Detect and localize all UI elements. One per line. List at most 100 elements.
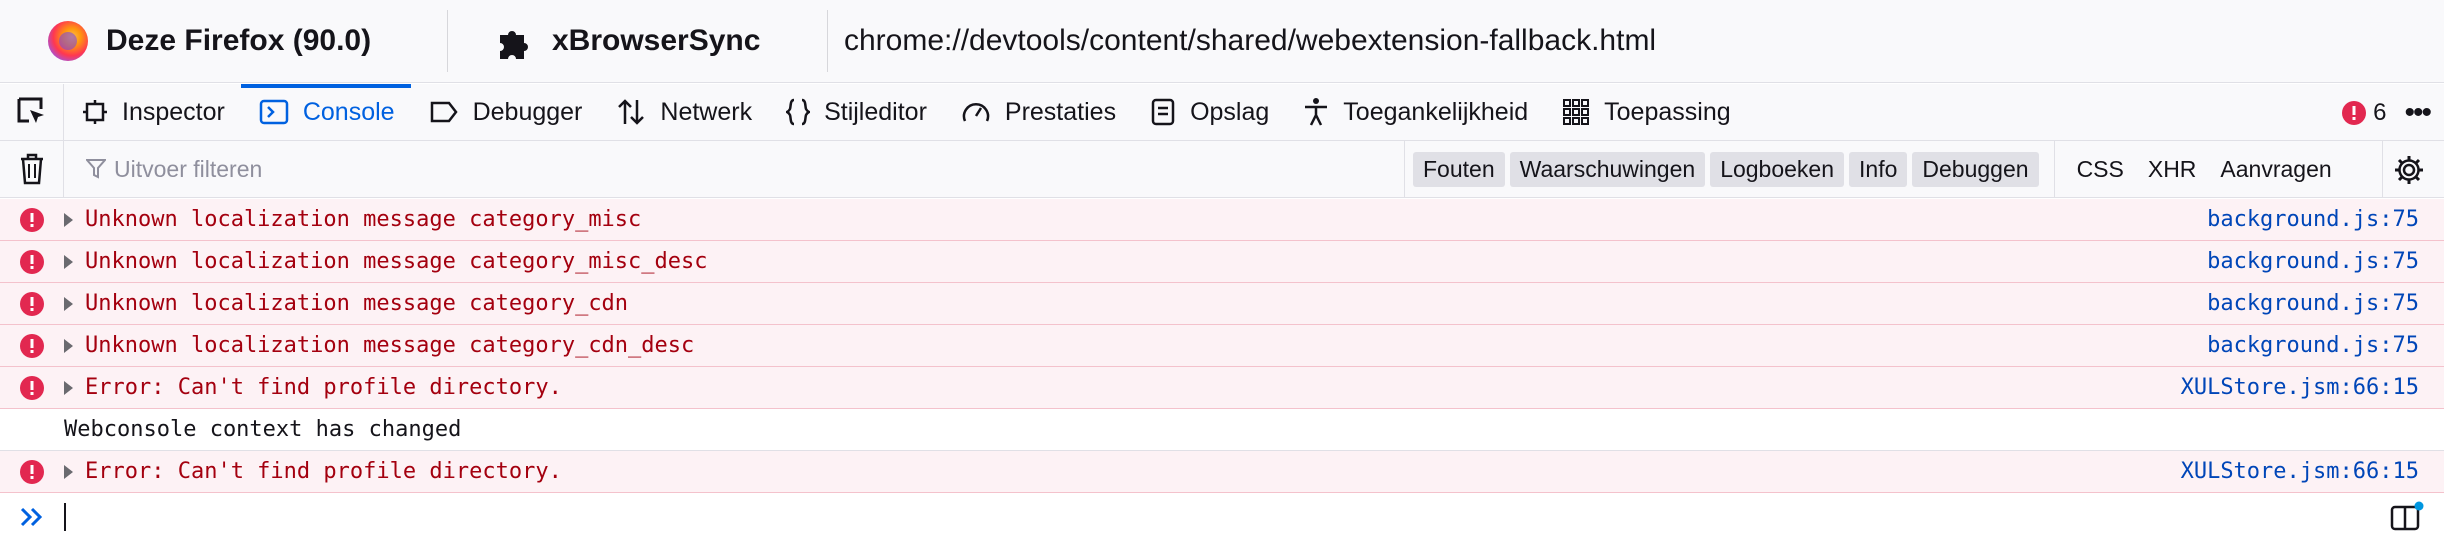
expand-arrow-icon[interactable] (64, 212, 73, 227)
console-message-error[interactable]: Unknown localization message category_mi… (0, 199, 2444, 241)
tab-label: Inspector (122, 97, 225, 126)
console-message-error[interactable]: Error: Can't find profile directory. XUL… (0, 451, 2444, 493)
message-source-link[interactable]: background.js:75 (2207, 291, 2419, 316)
expand-arrow-icon[interactable] (64, 464, 73, 479)
tab-console[interactable]: Console (240, 83, 411, 141)
error-count-button[interactable]: 6 (2341, 99, 2386, 127)
message-text: Error: Can't find profile directory. (85, 375, 562, 400)
tab-label: Opslag (1190, 97, 1270, 126)
filter-info-button[interactable]: Info (1849, 151, 1908, 187)
chevron-double-right-icon (20, 507, 43, 526)
message-text: Unknown localization message category_cd… (85, 291, 629, 316)
console-message-error[interactable]: Unknown localization message category_cd… (0, 283, 2444, 325)
message-icon (0, 249, 64, 275)
message-text: Unknown localization message category_mi… (85, 249, 708, 274)
target-bar: Deze Firefox (90.0) xBrowserSync chrome:… (0, 0, 2444, 83)
filter-debug-button[interactable]: Debuggen (1912, 151, 2039, 187)
filter-input[interactable]: Uitvoer filteren (64, 156, 1404, 183)
console-input[interactable] (0, 493, 2444, 540)
message-icon (0, 207, 64, 233)
error-icon (2342, 100, 2367, 125)
message-source-link[interactable]: background.js:75 (2207, 333, 2419, 358)
inspector-icon (83, 100, 107, 124)
target-firefox-label: Deze Firefox (90.0) (106, 24, 372, 57)
console-message-error[interactable]: Unknown localization message category_mi… (0, 241, 2444, 283)
gear-icon (2394, 155, 2423, 184)
tab-label: Toepassing (1604, 97, 1731, 126)
console-output: Unknown localization message category_mi… (0, 199, 2444, 493)
error-icon (20, 375, 44, 400)
tools-toolbar: Inspector Console Debugger Netwerk Stijl… (0, 83, 2444, 141)
console-filter-bar: Uitvoer filteren Fouten Waarschuwingen L… (0, 140, 2444, 198)
log-level-filters: Fouten Waarschuwingen Logboeken Info Deb… (1404, 140, 2044, 198)
performance-icon (962, 103, 990, 122)
message-source-link[interactable]: background.js:75 (2207, 207, 2419, 232)
tab-storage[interactable]: Opslag (1132, 84, 1285, 141)
filter-warnings-button[interactable]: Waarschuwingen (1509, 151, 1706, 187)
expand-arrow-icon[interactable] (64, 338, 73, 353)
filter-xhr-button[interactable]: XHR (2136, 152, 2209, 187)
filter-placeholder: Uitvoer filteren (114, 155, 263, 182)
tab-label: Netwerk (660, 97, 753, 126)
tab-label: Debugger (472, 97, 583, 126)
toolbar-right: 6 ••• (2341, 84, 2432, 141)
message-source-link[interactable]: XULStore.jsm:66:15 (2181, 459, 2419, 484)
tab-performance[interactable]: Prestaties (943, 84, 1132, 141)
tab-label: Toegankelijkheid (1343, 97, 1529, 126)
more-options-icon[interactable]: ••• (2404, 96, 2431, 130)
tab-style-editor[interactable]: Stijleditor (768, 84, 943, 141)
network-icon (618, 99, 645, 125)
message-icon (0, 459, 64, 485)
error-icon (20, 291, 44, 316)
tab-debugger[interactable]: Debugger (411, 84, 599, 141)
error-icon (20, 333, 44, 358)
filter-errors-button[interactable]: Fouten (1413, 151, 1505, 187)
firefox-logo-icon (48, 21, 88, 61)
filter-requests-button[interactable]: Aanvragen (2208, 152, 2343, 187)
filter-icon (86, 159, 106, 179)
accessibility-icon (1305, 98, 1328, 126)
console-message-error[interactable]: Unknown localization message category_cd… (0, 325, 2444, 367)
tab-network[interactable]: Netwerk (598, 84, 768, 141)
target-firefox[interactable]: Deze Firefox (90.0) (0, 10, 448, 72)
target-extension[interactable]: xBrowserSync (448, 10, 828, 72)
prompt-icon (0, 506, 64, 528)
editor-mode-icon (2390, 501, 2424, 531)
console-message-error[interactable]: Error: Can't find profile directory. XUL… (0, 367, 2444, 409)
editor-mode-toggle[interactable] (2390, 501, 2424, 536)
message-icon (0, 375, 64, 401)
console-message-log[interactable]: Webconsole context has changed (0, 409, 2444, 451)
message-text: Unknown localization message category_mi… (85, 207, 642, 232)
storage-icon (1151, 98, 1175, 126)
console-settings-button[interactable] (2382, 141, 2434, 198)
expand-arrow-icon[interactable] (64, 296, 73, 311)
message-source-link[interactable]: XULStore.jsm:66:15 (2181, 375, 2419, 400)
expand-arrow-icon[interactable] (64, 380, 73, 395)
tab-application[interactable]: Toepassing (1544, 84, 1746, 141)
style-editor-icon (786, 98, 811, 126)
target-extension-label: xBrowserSync (552, 24, 761, 57)
tab-accessibility[interactable]: Toegankelijkheid (1285, 84, 1544, 141)
message-icon (0, 333, 64, 359)
trash-icon (20, 153, 43, 185)
error-icon (20, 207, 44, 232)
message-source-link[interactable]: background.js:75 (2207, 249, 2419, 274)
message-text: Error: Can't find profile directory. (85, 459, 562, 484)
message-icon (0, 291, 64, 317)
clear-console-button[interactable] (0, 140, 64, 198)
application-icon (1563, 99, 1590, 125)
error-icon (20, 249, 44, 274)
tab-inspector[interactable]: Inspector (64, 84, 241, 141)
filter-logs-button[interactable]: Logboeken (1710, 151, 1845, 187)
element-picker-button[interactable] (0, 83, 64, 141)
tab-label: Stijleditor (824, 97, 927, 126)
error-count: 6 (2373, 98, 2387, 126)
tab-label: Console (302, 97, 395, 126)
network-filters: CSS XHR Aanvragen (2053, 140, 2344, 198)
console-icon (259, 99, 289, 125)
filter-css-button[interactable]: CSS (2065, 152, 2136, 187)
expand-arrow-icon[interactable] (64, 254, 73, 269)
message-text: Webconsole context has changed (64, 417, 462, 442)
message-text: Unknown localization message category_cd… (85, 333, 695, 358)
text-cursor (64, 502, 66, 531)
